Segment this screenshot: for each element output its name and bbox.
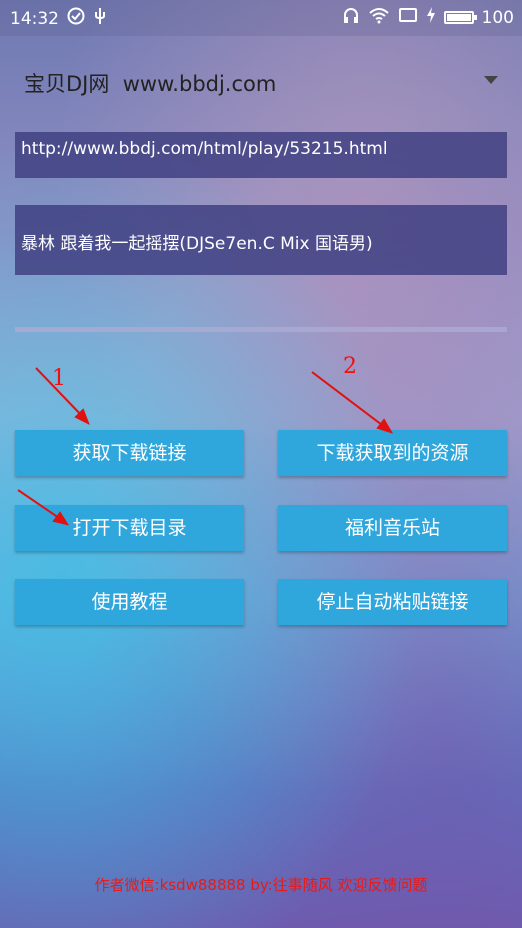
open-directory-button[interactable]: 打开下载目录 (15, 505, 244, 551)
usb-icon (93, 6, 107, 31)
battery-icon (443, 11, 477, 24)
get-link-button[interactable]: 获取下载链接 (15, 430, 244, 476)
arrow-2-icon (311, 371, 387, 429)
welfare-music-button[interactable]: 福利音乐站 (278, 505, 507, 551)
url-input[interactable]: http://www.bbdj.com/html/play/53215.html (15, 132, 507, 178)
screen-icon (398, 7, 418, 28)
charging-icon (426, 7, 436, 28)
download-resource-button[interactable]: 下载获取到的资源 (278, 430, 507, 476)
headphones-icon (342, 6, 360, 29)
site-selector-value: 宝贝DJ网 www.bbdj.com (24, 72, 277, 96)
title-input[interactable]: 暴林 跟着我一起摇摆(DJSe7en.C Mix 国语男) (15, 205, 507, 275)
site-selector[interactable]: 宝贝DJ网 www.bbdj.com (0, 60, 522, 104)
title-input-value: 暴林 跟着我一起摇摆(DJSe7en.C Mix 国语男) (21, 234, 373, 254)
annotation-label-2: 2 (343, 354, 357, 379)
battery-level: 100 (481, 7, 514, 28)
arrow-1-head-icon (74, 408, 90, 426)
status-right: 100 (342, 6, 514, 29)
battery-fill (446, 14, 471, 21)
footer-text: 作者微信:ksdw88888 by:往事随风 欢迎反馈问题 (94, 876, 428, 894)
divider (15, 327, 507, 332)
url-input-value: http://www.bbdj.com/html/play/53215.html (21, 139, 388, 159)
status-bar: 14:32 100 (0, 0, 522, 36)
status-left: 14:32 (10, 6, 107, 31)
annotation-label-1: 1 (52, 366, 66, 391)
status-time: 14:32 (10, 8, 59, 29)
wifi-icon (368, 6, 390, 29)
chevron-down-icon (484, 76, 498, 84)
tutorial-button[interactable]: 使用教程 (15, 579, 244, 625)
check-circle-icon (67, 7, 85, 30)
stop-paste-button[interactable]: 停止自动粘贴链接 (278, 579, 507, 625)
